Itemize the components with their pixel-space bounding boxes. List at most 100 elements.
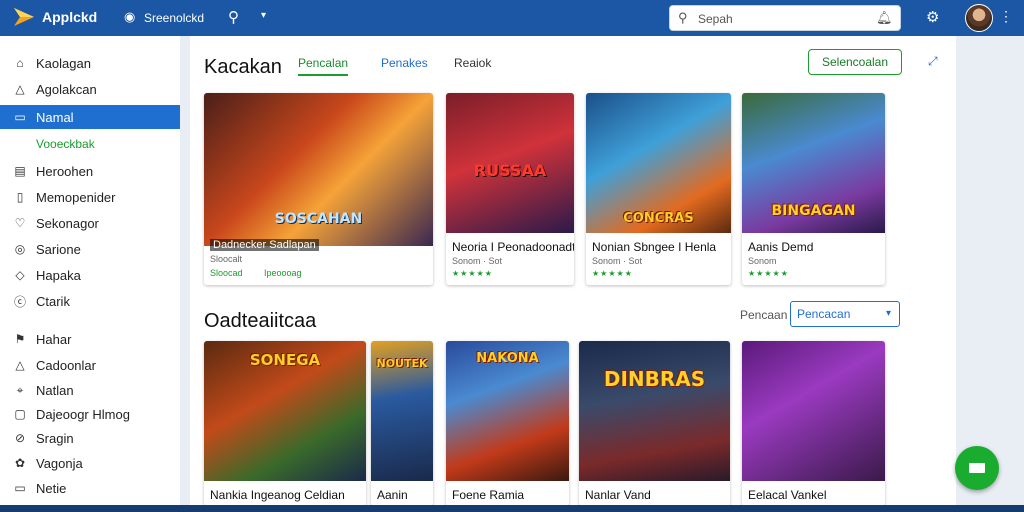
card-subtitle: Sonom · Sot bbox=[592, 256, 643, 266]
game-art: NOUTEK bbox=[371, 341, 433, 481]
card-icon bbox=[969, 463, 985, 473]
chevron-down-icon: ▾ bbox=[885, 308, 891, 319]
sidebar-item-label: Heroohen bbox=[36, 163, 94, 179]
home-icon: ⌂ bbox=[16, 56, 24, 70]
game-card[interactable]: NAKONA Foene Ramia bbox=[446, 341, 569, 506]
flag-icon: ⚑ bbox=[14, 332, 26, 346]
app-logo-icon[interactable] bbox=[14, 8, 36, 26]
bell-icon[interactable]: 🔔︎ bbox=[876, 10, 893, 26]
tab-reaiok[interactable]: Reaiok bbox=[454, 56, 491, 70]
sidebar-item-sragin[interactable]: ⊘ Sragin bbox=[0, 426, 180, 450]
avatar[interactable] bbox=[965, 4, 993, 32]
sort-select[interactable]: Pencacan ▾ bbox=[790, 301, 900, 327]
card-title: Nanlar Vand bbox=[585, 488, 651, 502]
card-title: Nankia Ingeanog Celdian bbox=[210, 488, 345, 502]
chevron-down-icon[interactable]: ▾ bbox=[261, 10, 266, 21]
card-title: Nonian Sbngee I Henla bbox=[592, 240, 717, 254]
game-art: SONEGA bbox=[204, 341, 366, 481]
settings-icon[interactable]: ⚙ bbox=[926, 8, 939, 26]
game-card[interactable]: SOSCAHAN Dadnecker Sadlapan Sloocalt Slo… bbox=[204, 93, 433, 285]
app-name[interactable]: Applckd bbox=[42, 9, 97, 25]
card-subtitle: Sonom · Sot bbox=[452, 256, 503, 266]
game-card[interactable]: Eelacal Vankel bbox=[742, 341, 885, 506]
card-meta: Ipeoooag bbox=[264, 268, 302, 278]
game-art: SOSCAHAN bbox=[204, 93, 433, 246]
sidebar-item-heroohen[interactable]: ▤ Heroohen bbox=[0, 159, 180, 183]
sidebar-item-label: Kaolagan bbox=[36, 55, 91, 71]
sidebar-item-label: Ctarik bbox=[36, 293, 70, 309]
game-art: RUSSAA bbox=[446, 93, 574, 233]
sort-select-value: Pencacan bbox=[797, 307, 851, 321]
search-icon: ⚲ bbox=[678, 10, 688, 25]
sidebar-item-label: Agolakcan bbox=[36, 81, 97, 97]
sidebar-item-kaolagan[interactable]: ⌂ Kaolagan bbox=[0, 51, 180, 75]
game-card[interactable]: BINGAGAN Aanis Demd Sonom ★★★★★ bbox=[742, 93, 885, 285]
sidebar-item-vagonja[interactable]: ✿ Vagonja bbox=[0, 451, 180, 475]
game-art: BINGAGAN bbox=[742, 93, 885, 233]
search-icon[interactable]: ⚲ bbox=[228, 8, 239, 26]
sidebar-item-hapaka[interactable]: ◇ Hapaka bbox=[0, 263, 180, 287]
sort-label: Pencaan bbox=[740, 308, 788, 322]
tab-penakes[interactable]: Penakes bbox=[381, 56, 428, 70]
search-input[interactable]: Sepah bbox=[698, 12, 733, 26]
game-card[interactable]: SONEGA Nankia Ingeanog Celdian bbox=[204, 341, 366, 506]
game-card[interactable]: CONCRAS Nonian Sbngee I Henla Sonom · So… bbox=[586, 93, 731, 285]
card-title: Eelacal Vankel bbox=[748, 488, 827, 502]
sidebar-item-label: Cadoonlar bbox=[36, 357, 96, 373]
compass-icon[interactable]: ◉ bbox=[124, 9, 135, 25]
fab-button[interactable] bbox=[955, 446, 999, 490]
primary-action-button[interactable]: Selencoalan bbox=[808, 49, 902, 75]
art-title: DINBRAS bbox=[603, 367, 706, 391]
top-bar: Applckd ◉ Sreenolckd ⚲ ▾ ⚲ Sepah 🔔︎ ⚙ ⋮ bbox=[0, 0, 1024, 36]
rating-stars: ★★★★★ bbox=[452, 269, 493, 278]
card-subtitle: Sonom bbox=[748, 256, 777, 266]
card-title: Aanin bbox=[377, 488, 408, 502]
game-art bbox=[742, 341, 885, 481]
sidebar-item-hahar[interactable]: ⚑ Hahar bbox=[0, 327, 180, 351]
sidebar-item-sekonagor[interactable]: ♡ Sekonagor bbox=[0, 211, 180, 235]
game-card[interactable]: DINBRAS Nanlar Vand bbox=[579, 341, 730, 506]
rating-stars: ★★★★★ bbox=[592, 269, 633, 278]
game-art: DINBRAS bbox=[579, 341, 730, 481]
sidebar-item-natlan[interactable]: ⌖ Natlan bbox=[0, 378, 180, 402]
art-title: RUSSAA bbox=[473, 161, 547, 180]
rating-stars: ★★★★★ bbox=[748, 269, 789, 278]
tag-icon: ◇ bbox=[15, 268, 25, 282]
heart-icon: ♡ bbox=[14, 216, 26, 230]
art-title: NOUTEK bbox=[376, 357, 428, 370]
search-field[interactable]: ⚲ Sepah 🔔︎ bbox=[669, 5, 901, 31]
apps-icon: △ bbox=[15, 82, 25, 96]
sidebar-item-cadoonlar[interactable]: △ Cadoonlar bbox=[0, 353, 180, 377]
card-title: Dadnecker Sadlapan bbox=[210, 239, 319, 251]
sidebar-item-memopenider[interactable]: ▯ Memopenider bbox=[0, 185, 180, 209]
sidebar-item-label: Natlan bbox=[36, 382, 74, 398]
card-icon: ▭ bbox=[14, 481, 26, 495]
chat-icon: ▢ bbox=[14, 407, 26, 421]
game-card[interactable]: NOUTEK Aanin bbox=[371, 341, 433, 506]
sidebar-item-label: Netie bbox=[36, 480, 67, 496]
art-title: NAKONA bbox=[476, 351, 539, 366]
sidebar-item-dajeoogr-hlmog[interactable]: ▢ Dajeoogr Hlmog bbox=[0, 402, 180, 426]
sidebar-item-label: Vagonja bbox=[36, 455, 83, 471]
nav-section-label[interactable]: Sreenolckd bbox=[144, 11, 204, 25]
card-title: Foene Ramia bbox=[452, 488, 525, 502]
game-card[interactable]: RUSSAA Neoria I Peonadoonadt Sonom · Sot… bbox=[446, 93, 574, 285]
sidebar-item-ctarik[interactable]: ⓒ Ctarik bbox=[0, 289, 180, 313]
sidebar-item-label: Memopenider bbox=[36, 189, 116, 205]
more-vert-icon[interactable]: ⋮ bbox=[999, 8, 1013, 25]
expand-icon[interactable]: ⤢ bbox=[928, 54, 938, 69]
sidebar-item-namal[interactable]: ▭ Namal bbox=[0, 105, 180, 129]
sidebar-item-label: Sekonagor bbox=[36, 215, 99, 231]
art-title: BINGAGAN bbox=[771, 203, 856, 219]
sidebar-item-agolakcan[interactable]: △ Agolakcan bbox=[0, 77, 180, 101]
settings-icon: ✿ bbox=[14, 456, 26, 470]
art-title: SONEGA bbox=[249, 351, 321, 369]
list-icon: ▤ bbox=[14, 164, 26, 178]
sidebar-subitem[interactable]: Vooeckbak bbox=[36, 137, 95, 151]
tab-pencalan[interactable]: Pencalan bbox=[298, 56, 349, 76]
gamepad-icon: ◎ bbox=[14, 242, 26, 256]
sidebar-item-netie[interactable]: ▭ Netie bbox=[0, 476, 180, 500]
sidebar-item-sarione[interactable]: ◎ Sarione bbox=[0, 237, 180, 261]
bottom-bar bbox=[0, 505, 1024, 512]
sidebar-item-label: Hahar bbox=[36, 331, 72, 347]
